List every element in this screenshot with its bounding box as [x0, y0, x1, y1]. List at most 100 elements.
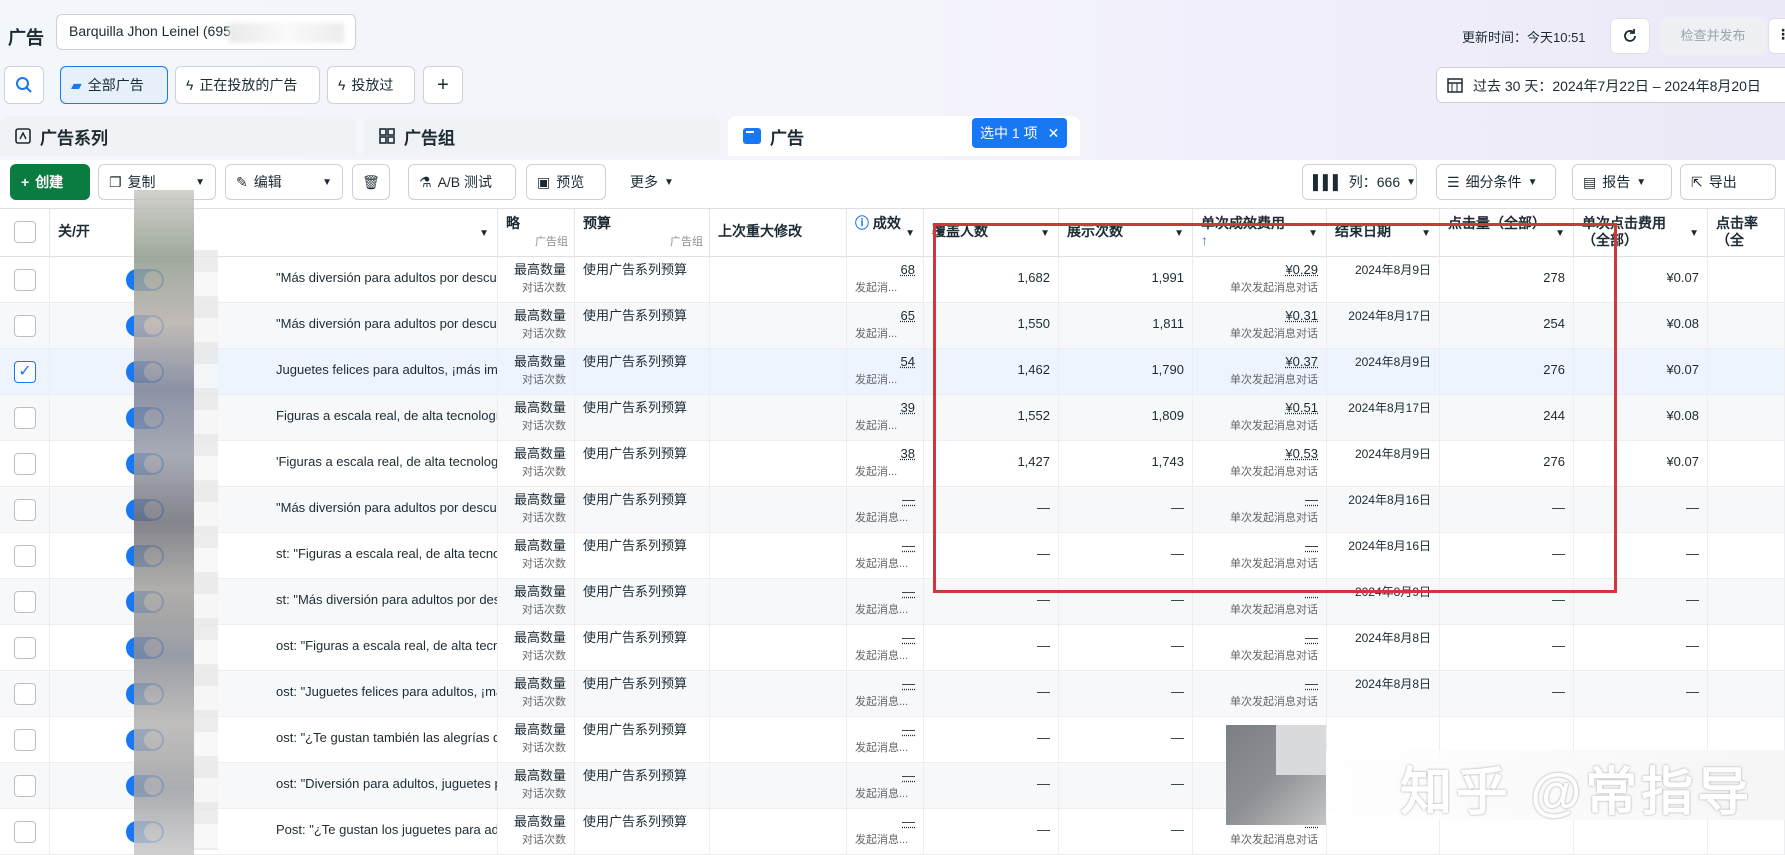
ad-name[interactable]: Juguetes felices para adultos, ¡más im..… [276, 361, 497, 379]
date-range-picker[interactable]: 过去 30 天：2024年7月22日 – 2024年8月20日 [1436, 67, 1785, 103]
results-value[interactable]: — [902, 492, 915, 507]
row-checkbox[interactable] [14, 545, 36, 567]
bid-strategy-sub: 对话次数 [522, 834, 566, 846]
results-value[interactable]: 39 [901, 400, 915, 415]
results-value[interactable]: 54 [901, 354, 915, 369]
row-last-edit-cell [710, 625, 847, 671]
row-checkbox[interactable] [14, 315, 36, 337]
row-checkbox[interactable] [14, 729, 36, 751]
columns-button[interactable]: ▌▌▌ 列：666 ▼ [1302, 164, 1417, 200]
plus-icon: + [437, 73, 449, 96]
row-budget-cell: 使用广告系列预算 [575, 349, 710, 395]
add-filter-button[interactable]: + [423, 66, 463, 104]
row-checkbox[interactable] [14, 453, 36, 475]
row-clicks-cell: — [1440, 625, 1574, 671]
header-budget[interactable]: 预算 广告组 [575, 209, 710, 257]
search-button[interactable] [4, 66, 44, 104]
cost-per-result-value[interactable]: — [1305, 630, 1318, 645]
delete-button[interactable]: 🗑 [352, 164, 390, 200]
bid-strategy: 最高数量 [513, 308, 566, 323]
more-label: 更多 [630, 174, 658, 190]
edit-button[interactable]: ✎ 编辑 ▼ [225, 164, 343, 200]
ad-name[interactable]: Figuras a escala real, de alta tecnologí… [276, 407, 497, 425]
ad-name[interactable]: st: "Figuras a escala real, de alta tecn… [276, 545, 497, 563]
table-row[interactable]: ost: "Juguetes felices para adultos, ¡má… [0, 671, 1785, 717]
folder-icon: ▰ [71, 76, 82, 93]
filter-active-ads[interactable]: ϟ 正在投放的广告 [175, 66, 320, 104]
ad-name[interactable]: ost: "¿Te gustan también las alegrías de… [276, 729, 497, 747]
ad-name[interactable]: 'Figuras a escala real, de alta tecnolog… [276, 453, 497, 471]
more-options-icon[interactable]: ⋮ [1768, 18, 1785, 54]
results-value[interactable]: 38 [901, 446, 915, 461]
reach-value: — [1037, 822, 1050, 837]
row-budget-cell: 使用广告系列预算 [575, 303, 710, 349]
ad-name[interactable]: ost: "Diversión para adultos, juguetes p… [276, 775, 497, 793]
ad-name[interactable]: ost: "Juguetes felices para adultos, ¡má… [276, 683, 497, 701]
ad-name[interactable]: "Más diversión para adultos por descu... [276, 315, 497, 333]
results-value[interactable]: — [902, 584, 915, 599]
close-icon[interactable]: ✕ [1048, 125, 1060, 142]
header-ctr[interactable]: 点击率（全 [1708, 209, 1785, 257]
row-checkbox[interactable] [14, 821, 36, 843]
filter-all-ads[interactable]: ▰ 全部广告 [60, 66, 168, 104]
row-ctr-cell [1708, 625, 1785, 671]
header-toggle[interactable]: 关/开 ▼ [50, 209, 498, 257]
tab-campaigns[interactable]: 广告系列 [0, 116, 356, 156]
review-publish-button[interactable]: 检查并发布 [1660, 18, 1766, 54]
row-checkbox[interactable]: ✓ [14, 361, 36, 383]
bid-strategy: 最高数量 [513, 262, 566, 277]
selected-count-badge[interactable]: 选中 1 项 ✕ [972, 118, 1068, 148]
results-value[interactable]: — [902, 722, 915, 737]
header-strategy[interactable]: 略 广告组 [498, 209, 575, 257]
image-icon: ▣ [537, 173, 551, 190]
results-value[interactable]: 65 [901, 308, 915, 323]
ad-name[interactable]: "Más diversión para adultos por descu... [276, 269, 497, 287]
row-select-cell [0, 487, 50, 533]
budget-value: 使用广告系列预算 [583, 584, 688, 599]
create-button[interactable]: + 创建 [10, 164, 90, 200]
ad-name[interactable]: Post: "¿Te gustan los juguetes para adul… [276, 821, 497, 839]
budget-value: 使用广告系列预算 [583, 492, 688, 507]
results-value[interactable]: — [902, 768, 915, 783]
row-checkbox[interactable] [14, 775, 36, 797]
export-button[interactable]: ⇱ 导出 [1680, 164, 1776, 200]
header-last-edit[interactable]: 上次重大修改 [710, 209, 847, 257]
results-value[interactable]: 68 [901, 262, 915, 277]
row-name-cell: "Más diversión para adultos por descu... [50, 257, 498, 303]
row-checkbox[interactable] [14, 683, 36, 705]
row-checkbox[interactable] [14, 269, 36, 291]
row-reach-cell: — [924, 763, 1059, 809]
select-all-checkbox[interactable] [14, 221, 36, 243]
preview-button[interactable]: ▣ 预览 [526, 164, 606, 200]
bid-strategy-sub: 对话次数 [522, 282, 566, 294]
cost-per-result-value[interactable]: — [1305, 676, 1318, 691]
row-checkbox[interactable] [14, 499, 36, 521]
more-button[interactable]: 更多 ▼ [620, 164, 690, 200]
results-value[interactable]: — [902, 814, 915, 829]
row-bid-cell: 最高数量 对话次数 [498, 625, 575, 671]
tab-adsets[interactable]: 广告组 [364, 116, 720, 156]
ab-test-button[interactable]: ⚗ A/B 测试 [408, 164, 516, 200]
tab-adsets-label: 广告组 [404, 128, 455, 148]
row-checkbox[interactable] [14, 637, 36, 659]
table-row[interactable]: ost: "Figuras a escala real, de alta tec… [0, 625, 1785, 671]
ad-name[interactable]: "Más diversión para adultos por descu... [276, 499, 497, 517]
bid-strategy-sub: 对话次数 [522, 558, 566, 570]
results-value[interactable]: — [902, 630, 915, 645]
ad-name[interactable]: ost: "Figuras a escala real, de alta tec… [276, 637, 497, 655]
breakdown-button[interactable]: ☰ 细分条件 ▼ [1436, 164, 1556, 200]
refresh-button[interactable] [1610, 18, 1650, 54]
header-results[interactable]: ⓘ 成效 ▼ [847, 209, 924, 257]
account-selector[interactable]: Barquilla Jhon Leinel (695 [56, 14, 356, 50]
row-results-cell: 38 发起消... [847, 441, 924, 487]
row-checkbox[interactable] [14, 407, 36, 429]
row-ctr-cell [1708, 257, 1785, 303]
results-value[interactable]: — [902, 538, 915, 553]
export-label: 导出 [1708, 174, 1737, 190]
ad-icon [743, 128, 761, 144]
results-value[interactable]: — [902, 676, 915, 691]
ad-name[interactable]: st: "Más diversión para adultos por desc… [276, 591, 497, 609]
reports-button[interactable]: ▤ 报告 ▼ [1572, 164, 1672, 200]
filter-delivered[interactable]: ϟ 投放过 [327, 66, 415, 104]
row-checkbox[interactable] [14, 591, 36, 613]
